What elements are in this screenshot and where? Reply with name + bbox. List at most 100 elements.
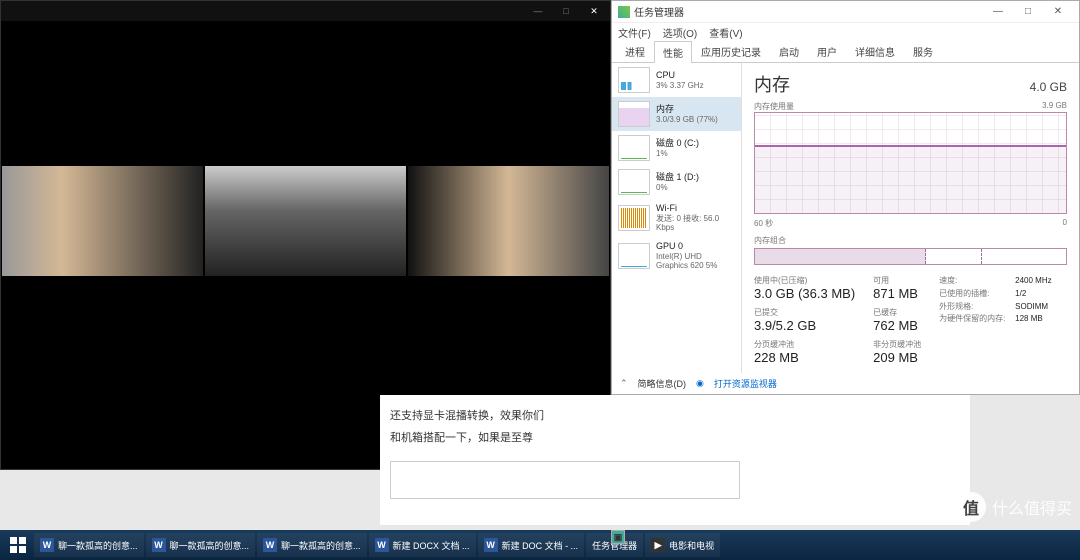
stat-value: 762 MB [873, 318, 921, 333]
chart-max-label: 3.9 GB [1042, 101, 1067, 112]
menu-file[interactable]: 文件(F) [618, 25, 651, 40]
document-background: 还支持显卡混播转换，效果你们 和机箱搭配一下，如果是至尊 [380, 395, 970, 525]
tm-menubar: 文件(F) 选项(O) 查看(V) [612, 23, 1079, 41]
stat-value: 871 MB [873, 286, 921, 301]
task-label: 聊一款孤高的创意... [58, 539, 138, 552]
memory-total: 4.0 GB [1030, 80, 1067, 94]
tab-users[interactable]: 用户 [808, 40, 846, 62]
tab-processes[interactable]: 进程 [616, 40, 654, 62]
taskbar-task[interactable]: W 聊一款孤高的创意... [257, 533, 367, 557]
sidebar-item-cpu[interactable]: CPU3% 3.37 GHz [612, 63, 741, 97]
mem-spark-icon [618, 101, 650, 127]
brief-info-link[interactable]: 简略信息(D) [638, 377, 687, 390]
tm-minimize-button[interactable]: — [983, 3, 1013, 21]
word-icon: W [263, 538, 277, 552]
sidebar-item-name: 磁盘 0 (C:) [656, 138, 699, 149]
taskbar-task[interactable]: W 新建 DOC 文档 - ... [478, 533, 585, 557]
memory-title: 内存 [754, 71, 790, 97]
video-content[interactable] [1, 166, 610, 276]
word-icon: W [484, 538, 498, 552]
video-frame [2, 166, 203, 276]
sidebar-item-value: 0% [656, 183, 699, 193]
stat-value: SODIMM [1015, 301, 1048, 314]
taskbar-task[interactable]: ▣任务管理器 [586, 533, 643, 557]
task-label: 新建 DOCX 文档 ... [393, 539, 470, 552]
task-manager-window: 任务管理器 — □ ✕ 文件(F) 选项(O) 查看(V) 进程 性能 应用历史… [611, 0, 1080, 395]
stat-value: 209 MB [873, 350, 921, 365]
vid-icon: ▶ [651, 538, 665, 552]
disk-spark-icon [618, 135, 650, 161]
wifi-spark-icon [618, 205, 650, 231]
sidebar-item-gpu[interactable]: GPU 0Intel(R) UHD Graphics 620 5% [612, 237, 741, 275]
stat-label: 可用 [873, 275, 921, 286]
memory-compo-label: 内存组合 [754, 235, 1067, 246]
task-label: 电影和电视 [669, 539, 714, 552]
stat-value: 228 MB [754, 350, 855, 365]
menu-view[interactable]: 查看(V) [709, 25, 742, 40]
tm-title: 任务管理器 [634, 4, 983, 19]
stat-value: 128 MB [1015, 313, 1043, 326]
stat-label: 分页缓冲池 [754, 339, 855, 350]
stat-label: 速度: [939, 275, 1007, 288]
word-icon: W [40, 538, 54, 552]
memory-usage-chart[interactable] [754, 112, 1067, 214]
taskbar: W 聊一款孤高的创意... W 聊一款孤高的创意... W 聊一款孤高的创意... W 新建 … [0, 530, 1080, 560]
task-label: 聊一款孤高的创意... [281, 539, 361, 552]
sidebar-item-value: 3% 3.37 GHz [656, 81, 704, 91]
sidebar-item-disk[interactable]: 磁盘 1 (D:)0% [612, 165, 741, 199]
video-maximize-button[interactable]: □ [552, 2, 580, 20]
stat-value: 3.9/5.2 GB [754, 318, 855, 333]
tab-details[interactable]: 详细信息 [846, 40, 904, 62]
menu-options[interactable]: 选项(O) [663, 25, 697, 40]
tm-main-panel: 内存 4.0 GB 内存使用量 3.9 GB 60 秒 0 内存组合 使用中(已… [742, 63, 1079, 373]
tm-maximize-button[interactable]: □ [1013, 3, 1043, 21]
start-button[interactable] [4, 532, 32, 558]
resource-monitor-icon: ◉ [696, 378, 704, 389]
collapse-icon[interactable]: ⌃ [620, 378, 628, 389]
stat-label: 使用中(已压缩) [754, 275, 855, 286]
task-label: 聊一款孤高的创意... [170, 539, 250, 552]
tab-app-history[interactable]: 应用历史记录 [692, 40, 770, 62]
tab-startup[interactable]: 启动 [770, 40, 808, 62]
stat-value: 1/2 [1015, 288, 1026, 301]
sidebar-item-name: 磁盘 1 (D:) [656, 172, 699, 183]
stat-label: 已缓存 [873, 307, 921, 318]
sidebar-item-value: 发送: 0 接收: 56.0 Kbps [656, 214, 735, 233]
sidebar-item-name: CPU [656, 70, 704, 81]
video-frame [205, 166, 406, 276]
taskbar-task[interactable]: W聊一款孤高的创意... [146, 533, 256, 557]
video-frame [408, 166, 609, 276]
video-close-button[interactable]: ✕ [580, 2, 608, 20]
sidebar-item-value: 3.0/3.9 GB (77%) [656, 115, 718, 125]
chart-usage-label: 内存使用量 [754, 101, 794, 112]
chart-xaxis-left: 60 秒 [754, 218, 773, 229]
sidebar-item-name: Wi-Fi [656, 203, 735, 214]
tab-services[interactable]: 服务 [904, 40, 942, 62]
gpu-spark-icon [618, 243, 650, 269]
sidebar-item-mem[interactable]: 内存3.0/3.9 GB (77%) [612, 97, 741, 131]
chart-xaxis-right: 0 [1063, 218, 1067, 229]
stat-value: 2400 MHz [1015, 275, 1051, 288]
video-titlebar: — □ ✕ [1, 1, 610, 21]
resource-monitor-link[interactable]: 打开资源监视器 [714, 377, 777, 390]
tm-footer: ⌃ 简略信息(D) ◉ 打开资源监视器 [620, 377, 777, 390]
sidebar-item-name: 内存 [656, 104, 718, 115]
taskbar-task[interactable]: W 新建 DOCX 文档 ... [369, 533, 476, 557]
sidebar-item-disk[interactable]: 磁盘 0 (C:)1% [612, 131, 741, 165]
sidebar-item-value: 1% [656, 149, 699, 159]
tm-sidebar: CPU3% 3.37 GHz内存3.0/3.9 GB (77%)磁盘 0 (C:… [612, 63, 742, 373]
stat-label: 为硬件保留的内存: [939, 313, 1007, 326]
tab-performance[interactable]: 性能 [654, 41, 692, 63]
video-minimize-button[interactable]: — [524, 2, 552, 20]
stat-value: 3.0 GB (36.3 MB) [754, 286, 855, 301]
taskbar-task[interactable]: ▶ 电影和电视 [645, 533, 720, 557]
memory-composition-chart[interactable] [754, 248, 1067, 265]
tm-close-button[interactable]: ✕ [1043, 3, 1073, 21]
watermark-text: 什么值得买 [992, 495, 1072, 519]
taskbar-task[interactable]: W 聊一款孤高的创意... [34, 533, 144, 557]
sidebar-item-value: Intel(R) UHD Graphics 620 5% [656, 252, 735, 271]
sidebar-item-wifi[interactable]: Wi-Fi发送: 0 接收: 56.0 Kbps [612, 199, 741, 237]
task-label: 新建 DOC 文档 - ... [502, 539, 579, 552]
word-icon: W [375, 538, 389, 552]
tm-icon: ▣ [611, 533, 625, 544]
